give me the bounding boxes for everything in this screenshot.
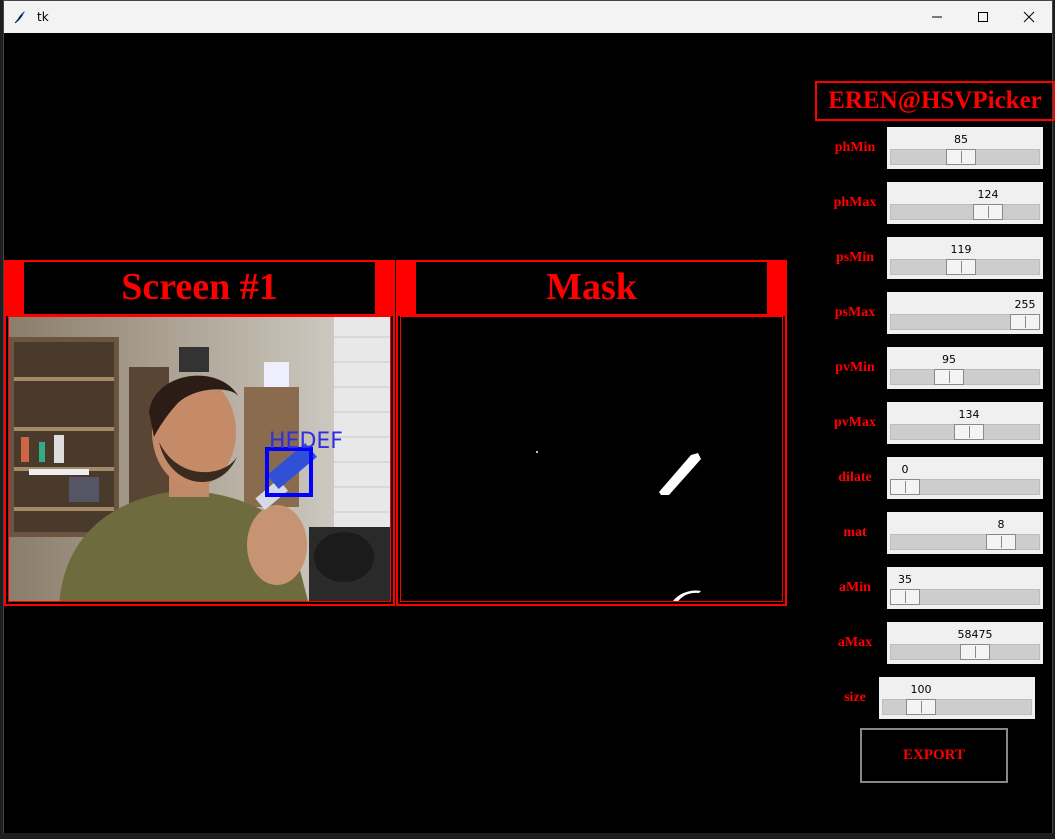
slider-amax[interactable]: 58475: [887, 622, 1043, 664]
slider-value: 35: [898, 573, 912, 586]
app-window: tk Screen #1 HEDEF Mask EREN@HSVPicker p…: [3, 0, 1055, 833]
slider-handle[interactable]: [890, 589, 920, 605]
slider-handle[interactable]: [1010, 314, 1040, 330]
slider-phmin[interactable]: 85: [887, 127, 1043, 169]
slider-pvmin[interactable]: 95: [887, 347, 1043, 389]
slider-value: 124: [977, 188, 999, 201]
slider-phmax[interactable]: 124: [887, 182, 1043, 224]
slider-handle[interactable]: [960, 644, 990, 660]
window-title: tk: [37, 10, 49, 24]
slider-psmax[interactable]: 255: [887, 292, 1043, 334]
slider-value: 95: [942, 353, 956, 366]
slider-size[interactable]: 100: [879, 677, 1035, 719]
slider-pvmax[interactable]: 134: [887, 402, 1043, 444]
slider-value: 58475: [957, 628, 993, 641]
brand-title: EREN@HSVPicker: [815, 81, 1055, 121]
slider-value: 100: [910, 683, 932, 696]
slider-handle[interactable]: [906, 699, 936, 715]
slider-label: aMax: [837, 635, 873, 650]
slider-label: pvMax: [834, 415, 876, 430]
slider-value: 0: [901, 463, 909, 476]
slider-value: 85: [954, 133, 968, 146]
slider-psmin[interactable]: 119: [887, 237, 1043, 279]
maximize-button[interactable]: [960, 1, 1006, 33]
slider-handle[interactable]: [986, 534, 1016, 550]
feather-icon: [14, 11, 25, 24]
slider-trough[interactable]: [890, 369, 1040, 385]
slider-handle[interactable]: [890, 479, 920, 495]
maximize-icon: [978, 12, 988, 22]
slider-trough[interactable]: [882, 699, 1032, 715]
slider-label: pvMin: [835, 360, 875, 375]
slider-value: 8: [997, 518, 1005, 531]
slider-row-dilate: dilate 0: [4, 457, 1054, 499]
slider-label: mat: [843, 525, 867, 540]
slider-row-psmax: psMax 255: [4, 292, 1054, 334]
title-bar: tk: [4, 1, 1052, 33]
slider-label: phMin: [834, 140, 876, 155]
slider-label: psMax: [834, 305, 876, 320]
slider-value: 119: [950, 243, 972, 256]
slider-row-pvmin: pvMin 95: [4, 347, 1054, 389]
slider-row-phmin: phMin 85: [4, 127, 1054, 169]
slider-row-amin: aMin 35: [4, 567, 1054, 609]
slider-handle[interactable]: [934, 369, 964, 385]
slider-handle[interactable]: [973, 204, 1003, 220]
slider-label: phMax: [833, 195, 877, 210]
slider-label: psMin: [835, 250, 875, 265]
slider-row-amax: aMax 58475: [4, 622, 1054, 664]
slider-row-mat: mat 8: [4, 512, 1054, 554]
slider-handle[interactable]: [946, 149, 976, 165]
close-button[interactable]: [1006, 1, 1052, 33]
slider-label: dilate: [838, 470, 872, 485]
slider-row-pvmax: pvMax 134: [4, 402, 1054, 444]
slider-handle[interactable]: [946, 259, 976, 275]
slider-handle[interactable]: [954, 424, 984, 440]
slider-value: 134: [958, 408, 980, 421]
slider-value: 255: [1014, 298, 1036, 311]
slider-row-size: size 100: [4, 677, 1054, 719]
slider-row-psmin: psMin 119: [4, 237, 1054, 279]
minimize-icon: [932, 16, 942, 18]
slider-trough[interactable]: [890, 204, 1040, 220]
minimize-button[interactable]: [914, 1, 960, 33]
slider-dilate[interactable]: 0: [887, 457, 1043, 499]
slider-label: aMin: [839, 580, 871, 595]
export-button[interactable]: EXPORT: [860, 728, 1008, 783]
app-content: Screen #1 HEDEF Mask EREN@HSVPicker phMi…: [4, 33, 1055, 833]
slider-trough[interactable]: [890, 534, 1040, 550]
close-icon: [1023, 11, 1035, 23]
slider-mat[interactable]: 8: [887, 512, 1043, 554]
slider-amin[interactable]: 35: [887, 567, 1043, 609]
slider-row-phmax: phMax 124: [4, 182, 1054, 224]
